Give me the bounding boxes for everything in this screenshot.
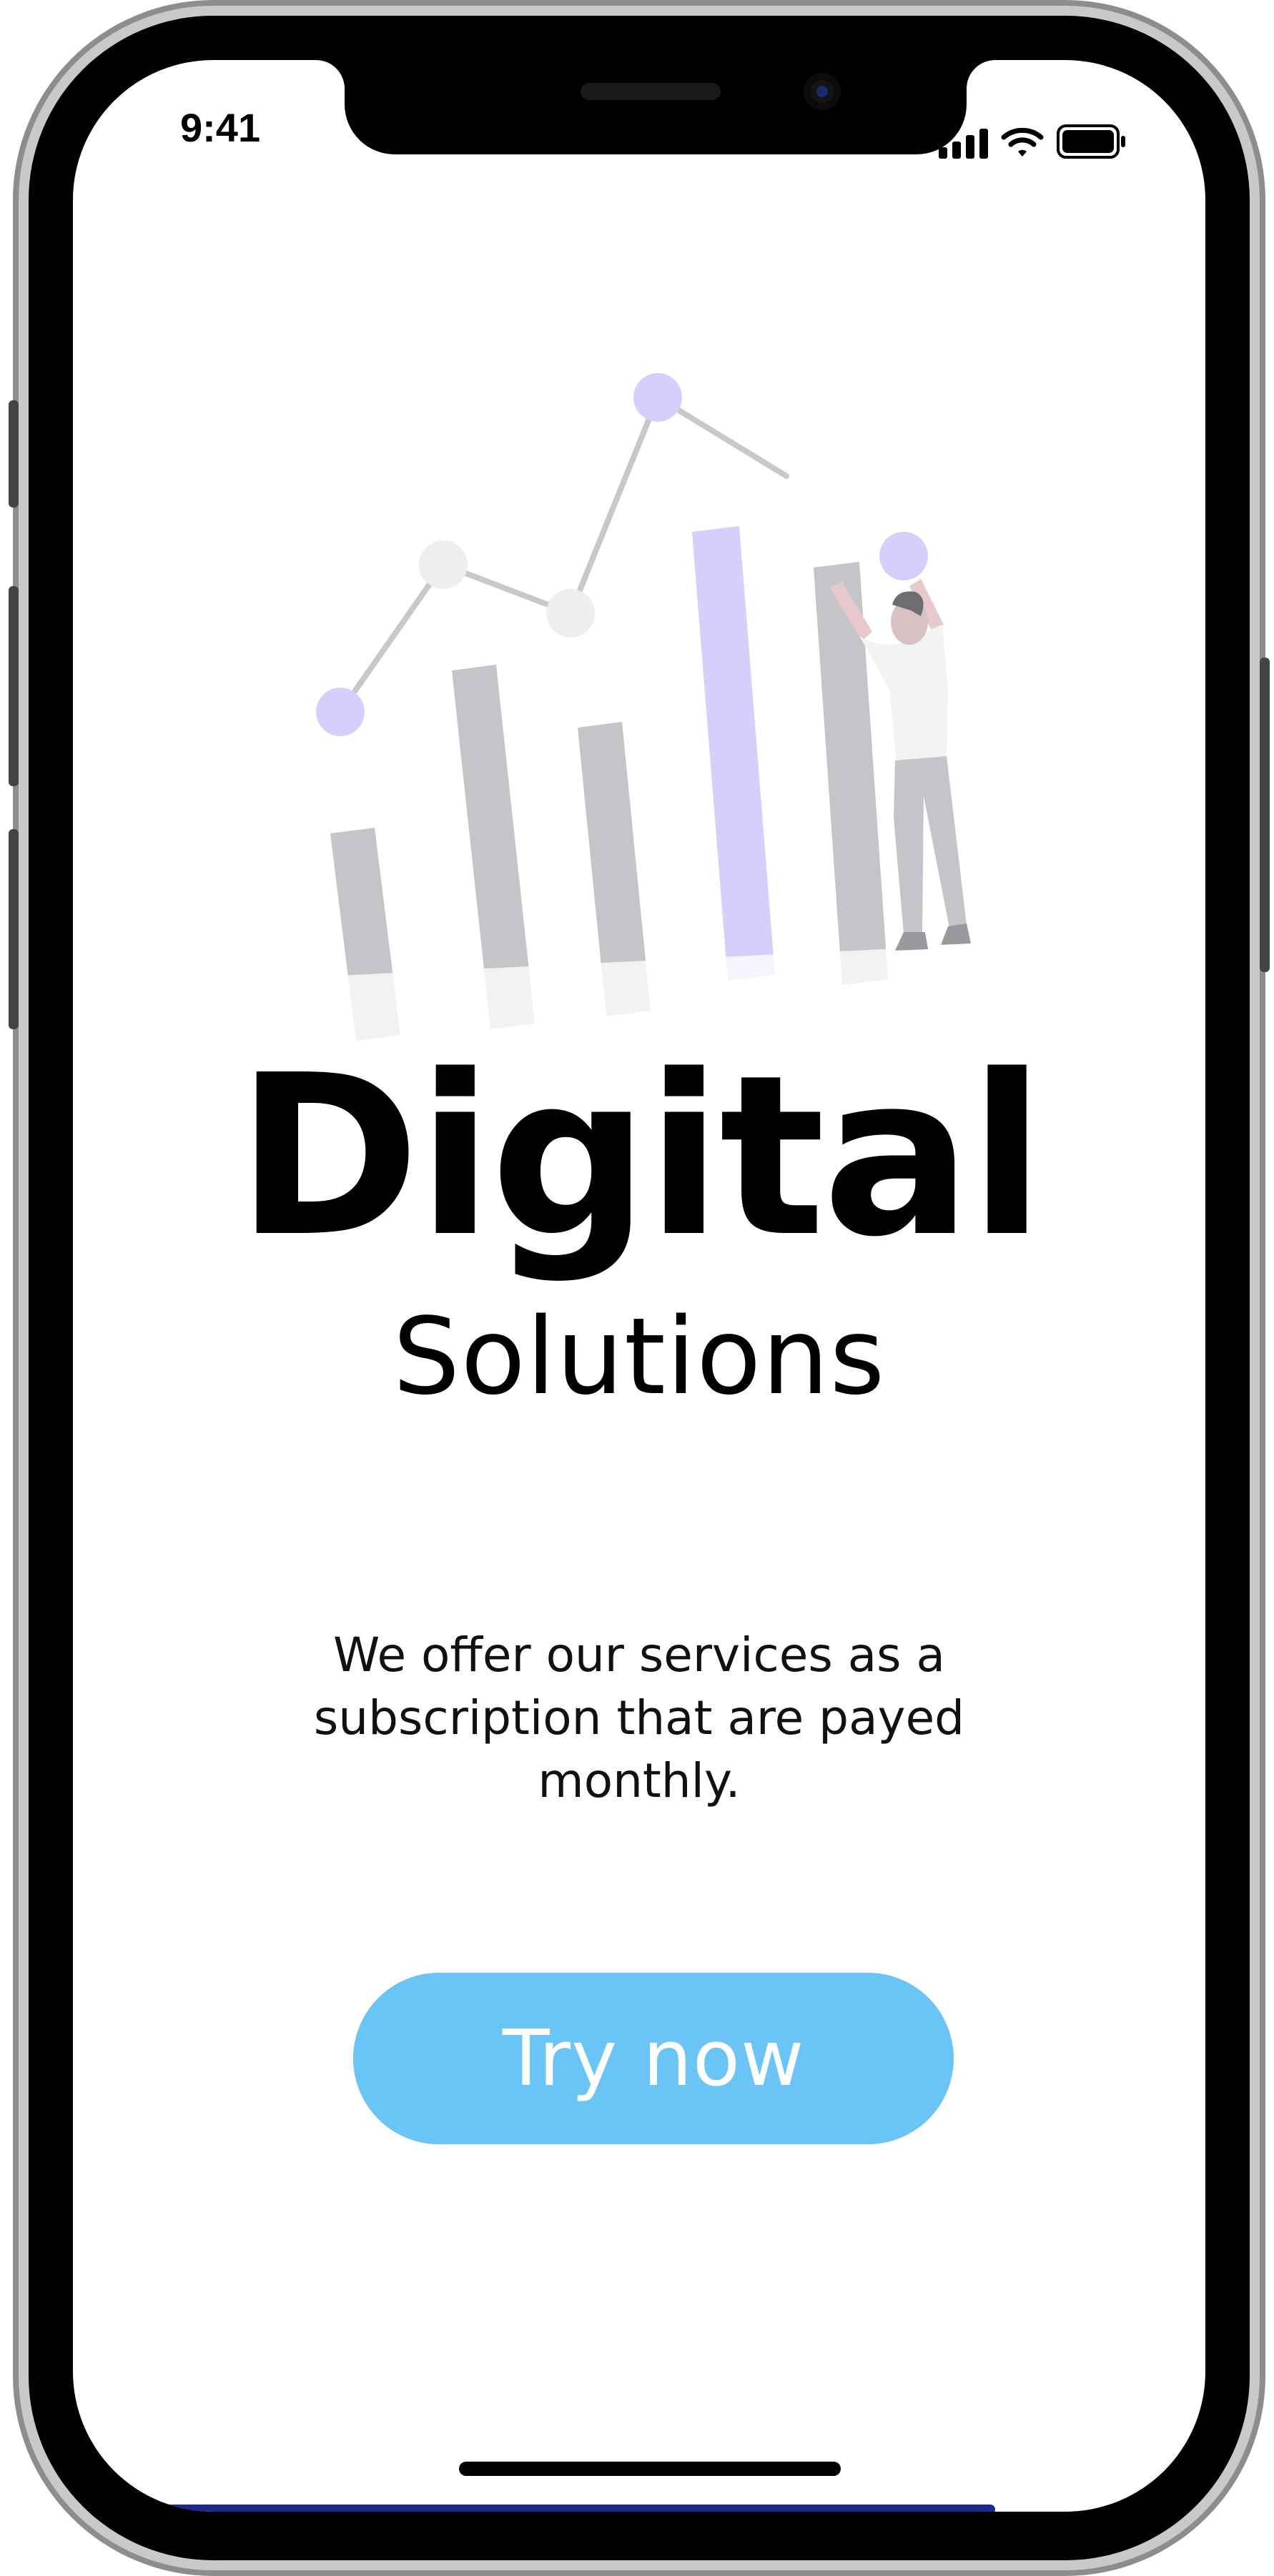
- trend-point-3: [546, 589, 595, 638]
- description-text: We offer our services as a subscription …: [313, 1628, 965, 1808]
- screen: 9:41 Digital Solutions We offer our serv…: [73, 60, 1205, 2512]
- trend-point-1: [316, 688, 365, 736]
- headline-title: Digital: [236, 1028, 1045, 1286]
- trend-point-4: [633, 373, 682, 422]
- phone-frame: 9:41 Digital Solutions We offer our serv…: [9, 0, 1270, 2576]
- headline-subtitle: Solutions: [392, 1295, 886, 1418]
- silent-switch: [9, 400, 19, 507]
- home-indicator[interactable]: [459, 2462, 841, 2476]
- hero-illustration: [316, 373, 1060, 1061]
- trend-point-2: [419, 540, 468, 589]
- held-point: [879, 532, 928, 580]
- volume-up-button: [9, 586, 19, 786]
- power-button: [1260, 658, 1270, 972]
- bar-4-highlight: [692, 526, 775, 981]
- try-now-button[interactable]: Try now: [353, 1973, 954, 2144]
- bottom-edge-accent: [152, 2505, 995, 2512]
- bar-5: [814, 562, 888, 985]
- volume-down-button: [9, 829, 19, 1029]
